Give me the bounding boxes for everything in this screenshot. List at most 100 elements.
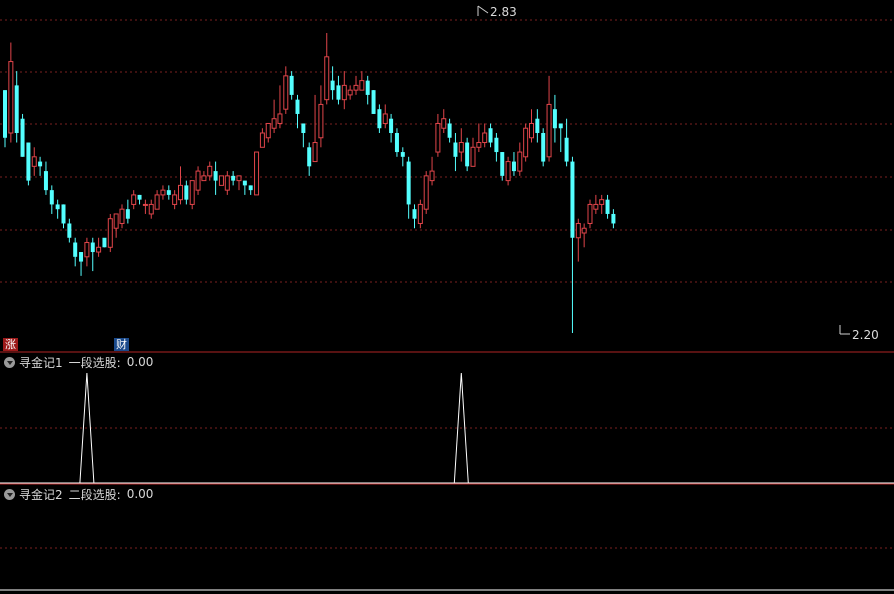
candle[interactable] [119,204,125,229]
candle[interactable] [593,194,599,214]
candle[interactable] [43,161,48,195]
finance-badge[interactable]: 财 [114,338,129,351]
candle[interactable] [441,109,447,133]
candle[interactable] [611,209,616,229]
candle[interactable] [38,156,43,176]
candle[interactable] [61,204,66,229]
chevron-down-icon[interactable] [4,488,15,500]
candle[interactable] [283,66,289,114]
candle[interactable] [435,113,441,157]
candle[interactable] [417,199,423,229]
candle[interactable] [84,237,90,267]
candle[interactable] [429,156,435,186]
candle[interactable] [236,175,242,191]
candle[interactable] [271,99,277,133]
candle[interactable] [535,109,540,143]
candle[interactable] [254,151,260,196]
candle[interactable] [201,171,207,182]
candle[interactable] [476,123,482,153]
candle[interactable] [307,142,312,176]
candle[interactable] [599,194,605,214]
candle[interactable] [73,237,78,267]
candle[interactable] [160,185,166,200]
candle[interactable] [382,104,388,129]
candle[interactable] [265,122,271,143]
candle[interactable] [107,213,113,253]
candle[interactable] [570,156,575,333]
candle[interactable] [125,199,130,224]
candle[interactable] [575,218,581,262]
candle[interactable] [581,223,587,248]
candle[interactable] [336,75,341,105]
candle[interactable] [213,161,218,195]
candle[interactable] [400,147,405,167]
candle[interactable] [341,71,347,110]
candle[interactable] [558,123,563,153]
candle[interactable] [470,137,476,167]
candle[interactable] [465,137,470,172]
candle[interactable] [31,147,37,176]
candle[interactable] [8,42,14,143]
candle[interactable] [511,152,516,176]
candle[interactable] [49,185,54,214]
candle[interactable] [55,199,60,219]
candle[interactable] [406,156,411,219]
candle[interactable] [259,128,265,148]
candle[interactable] [546,75,552,162]
candle[interactable] [289,71,294,100]
candle[interactable] [189,180,195,210]
candle[interactable] [20,113,25,157]
indicator1-name[interactable]: 寻金记1 [19,354,63,371]
candle[interactable] [482,123,488,148]
candle[interactable] [131,190,137,210]
candle[interactable] [453,133,458,172]
candle[interactable] [184,180,189,205]
candle[interactable] [324,33,330,105]
candle[interactable] [564,118,569,167]
candle[interactable] [295,94,300,129]
chevron-down-icon[interactable] [4,356,15,368]
candle[interactable] [195,166,201,195]
candle[interactable] [148,199,154,219]
candle[interactable] [377,104,382,133]
candle[interactable] [347,85,353,100]
candle[interactable] [494,133,499,162]
candle[interactable] [154,190,160,210]
candle[interactable] [488,123,493,148]
candle[interactable] [541,128,546,167]
candle[interactable] [248,185,253,195]
candle[interactable] [505,156,511,186]
candle[interactable] [330,66,335,100]
candle[interactable] [458,128,464,162]
candle[interactable] [605,194,610,219]
candle[interactable] [318,85,324,148]
candle[interactable] [301,123,306,148]
candle[interactable] [3,90,7,148]
candle[interactable] [113,213,119,238]
candle[interactable] [142,199,148,214]
candle[interactable] [231,171,236,186]
candle[interactable] [178,166,183,205]
indicator2-name[interactable]: 寻金记2 [19,486,63,503]
candle[interactable] [389,113,394,143]
candle[interactable] [447,118,452,143]
candle[interactable] [523,123,529,162]
candle[interactable] [353,75,359,95]
candle[interactable] [26,142,31,186]
candle[interactable] [359,71,365,91]
candle[interactable] [365,75,370,105]
candle[interactable] [14,71,19,143]
candle[interactable] [207,161,213,181]
candle[interactable] [371,90,376,114]
candle[interactable] [67,218,72,243]
candle[interactable] [166,185,171,200]
candle[interactable] [423,171,429,214]
candle[interactable] [96,237,102,257]
candle[interactable] [102,237,107,248]
candle[interactable] [79,252,84,276]
candle[interactable] [312,94,318,163]
candle[interactable] [412,204,417,229]
candle[interactable] [552,94,557,143]
candle[interactable] [218,175,224,186]
candle[interactable] [172,190,178,210]
